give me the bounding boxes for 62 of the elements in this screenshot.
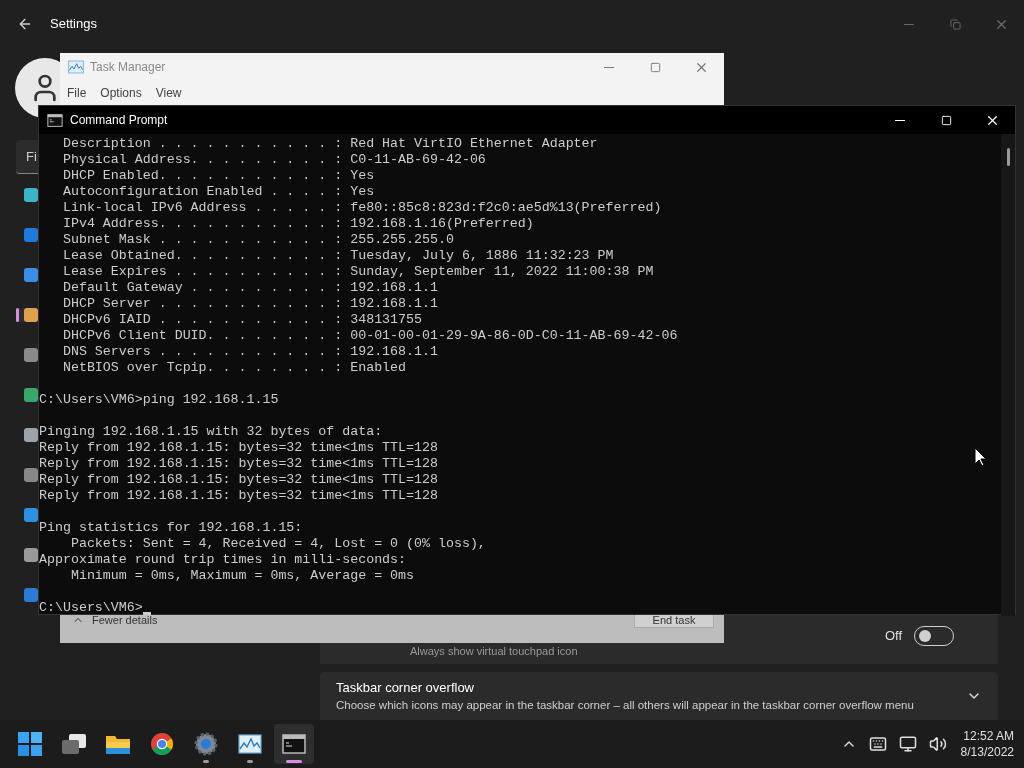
network-icon[interactable] bbox=[898, 735, 917, 753]
mouse-pointer-icon bbox=[974, 447, 987, 467]
console-line: Link-local IPv6 Address . . . . . : fe80::85c8:823d:f2c0:ae5d%13(Preferred) bbox=[61, 200, 662, 216]
console-line: Default Gateway . . . . . . . . . : 192.168.1.1 bbox=[61, 280, 438, 296]
toggle-label: Off bbox=[884, 627, 902, 646]
console-line: Description . . . . . . . . . . . : Red Hat VirtIO Ethernet Adapter bbox=[61, 136, 598, 152]
console-line: Approximate round trip times in milli-seconds: bbox=[39, 552, 407, 568]
window-title: Command Prompt bbox=[70, 112, 168, 129]
clock-time[interactable]: 12:52 AM bbox=[963, 728, 1014, 744]
console-line: Autoconfiguration Enabled . . . . : Yes bbox=[61, 184, 375, 200]
console-line: Minimum = 0ms, Maximum = 0ms, Average = 0ms bbox=[69, 568, 415, 584]
search-field[interactable]: Fi bbox=[16, 140, 38, 174]
browser-icon bbox=[150, 732, 174, 756]
terminal-icon bbox=[282, 734, 306, 754]
window-title: Settings bbox=[50, 15, 97, 34]
minimize-icon bbox=[604, 66, 614, 68]
console-line: Pinging 192.168.1.15 with 32 bytes of data: bbox=[39, 424, 383, 440]
setting-description: Always show virtual touchpad icon bbox=[410, 643, 578, 659]
window-title: Task Manager bbox=[90, 59, 166, 76]
console-line: DNS Servers . . . . . . . . . . . : 192.168.1.1 bbox=[61, 344, 438, 360]
nav-item[interactable] bbox=[16, 308, 38, 322]
setting-title: Taskbar corner overflow bbox=[336, 678, 475, 697]
settings-card[interactable]: Taskbar corner overflow Choose which icons may appear in the taskbar corner – all others will appear in the taskbar corner overflow menu bbox=[320, 672, 998, 720]
task-manager-icon bbox=[238, 734, 262, 754]
console-line: Lease Expires . . . . . . . . . . : Sunday, September 11, 2022 11:00:38 PM bbox=[61, 264, 654, 280]
maximize-icon bbox=[649, 61, 661, 73]
console-line: Ping statistics for 192.168.1.15: bbox=[39, 520, 303, 536]
windows-logo-icon bbox=[18, 732, 42, 756]
menu-item[interactable]: File bbox=[67, 84, 87, 102]
keyboard-icon[interactable] bbox=[868, 735, 887, 753]
folder-icon bbox=[105, 733, 131, 755]
console-line: NetBIOS over Tcpip. . . . . . . . : Enabled bbox=[61, 360, 407, 376]
task-manager-icon bbox=[68, 60, 84, 74]
clock-date[interactable]: 8/13/2022 bbox=[960, 744, 1014, 760]
volume-icon[interactable] bbox=[928, 735, 947, 753]
console-line: Lease Obtained. . . . . . . . . . : Tuesday, July 6, 1886 11:32:23 PM bbox=[61, 248, 614, 264]
task-view-icon bbox=[61, 733, 87, 755]
menu-item[interactable]: Options bbox=[100, 84, 142, 102]
taskbar-app[interactable] bbox=[274, 724, 314, 764]
console-line: IPv4 Address. . . . . . . . . . . : 192.168.1.16(Preferred) bbox=[61, 216, 534, 232]
scrollbar[interactable] bbox=[1001, 134, 1015, 616]
console-line: Packets: Sent = 4, Received = 4, Lost = 0 (0% loss), bbox=[69, 536, 486, 552]
minimize-icon bbox=[904, 23, 914, 25]
console-line: Reply from 192.168.1.15: bytes=32 time<1ms TTL=128 bbox=[39, 440, 438, 456]
console-line: DHCPv6 IAID . . . . . . . . . . . : 348131755 bbox=[61, 312, 422, 328]
minimize-icon bbox=[895, 119, 905, 121]
maximize-icon bbox=[940, 114, 952, 126]
console-line: Reply from 192.168.1.15: bytes=32 time<1ms TTL=128 bbox=[39, 488, 438, 504]
terminal-icon bbox=[47, 113, 63, 127]
console-line: C:\Users\VM6>ping 192.168.1.15 bbox=[39, 392, 279, 408]
console-line: DHCPv6 Client DUID. . . . . . . . : 00-01-00-01-29-9A-86-0D-C0-11-AB-69-42-06 bbox=[61, 328, 678, 344]
console-line: Subnet Mask . . . . . . . . . . . : 255.255.255.0 bbox=[61, 232, 454, 248]
text-cursor bbox=[142, 612, 151, 615]
gear-icon bbox=[194, 732, 218, 756]
setting-description: Choose which icons may appear in the taskbar corner – all others will appear in the taskbar corner overflow menu bbox=[336, 698, 914, 714]
console-line: DHCP Enabled. . . . . . . . . . . : Yes bbox=[61, 168, 375, 184]
menu-item[interactable]: View bbox=[155, 84, 182, 102]
console-line: Reply from 192.168.1.15: bytes=32 time<1ms TTL=128 bbox=[39, 456, 438, 472]
restore-icon bbox=[949, 18, 961, 30]
console-line: Reply from 192.168.1.15: bytes=32 time<1ms TTL=128 bbox=[39, 472, 438, 488]
console-line: DHCP Server . . . . . . . . . . . : 192.168.1.1 bbox=[61, 296, 438, 312]
console-line: Physical Address. . . . . . . . . : C0-11-AB-69-42-06 bbox=[61, 152, 486, 168]
